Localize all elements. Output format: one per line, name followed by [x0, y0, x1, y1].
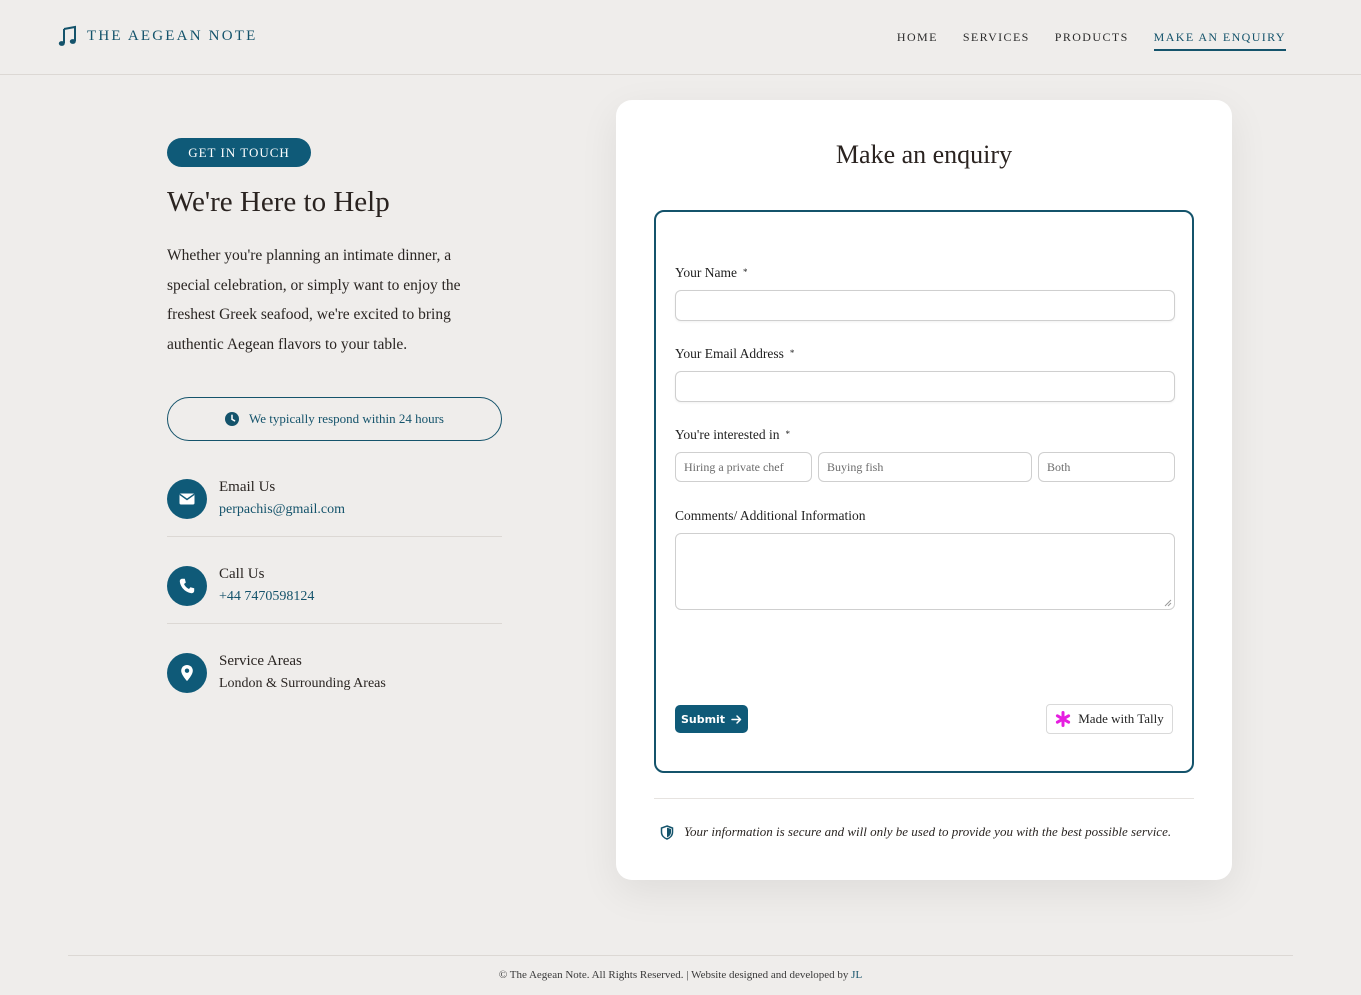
intro-text: Whether you're planning an intimate dinn…	[167, 247, 461, 354]
option-hiring-private-chef[interactable]: Hiring a private chef	[675, 452, 812, 482]
nav-home[interactable]: HOME	[897, 30, 938, 51]
footer-credit-link[interactable]: JL	[851, 969, 862, 981]
contact-email-title: Email Us	[219, 479, 276, 495]
contact-phone-value[interactable]: +44 7470598124	[219, 589, 314, 605]
contact-email-value[interactable]: perpachis@gmail.com	[219, 502, 345, 518]
nav-services[interactable]: SERVICES	[963, 30, 1030, 51]
comments-label: Comments/ Additional Information	[675, 508, 866, 523]
interest-label-text: You're interested in	[675, 427, 780, 442]
nav-make-an-enquiry[interactable]: MAKE AN ENQUIRY	[1153, 30, 1286, 51]
name-input[interactable]	[675, 290, 1175, 321]
required-mark: *	[789, 348, 795, 358]
email-label: Your Email Address *	[675, 346, 794, 362]
email-input[interactable]	[675, 371, 1175, 402]
card-divider	[654, 798, 1194, 799]
clock-icon	[224, 412, 239, 426]
resize-grip-icon[interactable]	[1164, 599, 1172, 607]
map-pin-icon	[167, 653, 207, 693]
card-title: Make an enquiry	[835, 140, 1013, 169]
get-in-touch-badge: GET IN TOUCH	[167, 138, 311, 167]
name-label: Your Name *	[675, 265, 748, 281]
site-header: THE AEGEAN NOTE HOME SERVICES PRODUCTS M…	[0, 0, 1361, 75]
response-time-text: We typically respond within 24 hours	[248, 411, 444, 426]
nav-products[interactable]: PRODUCTS	[1055, 30, 1129, 51]
submit-button[interactable]: Submit	[675, 705, 748, 733]
made-with-tally-link[interactable]: Made with Tally	[1046, 704, 1173, 734]
contact-service-areas: Service Areas London & Surrounding Areas	[167, 653, 502, 711]
response-time-pill: We typically respond within 24 hours	[167, 397, 502, 441]
required-mark: *	[743, 267, 748, 277]
footer-text: © The Aegean Note. All Rights Reserved. …	[498, 969, 852, 981]
email-label-text: Your Email Address	[675, 346, 784, 361]
envelope-icon	[167, 479, 207, 519]
security-note-text: Your information is secure and will only…	[684, 824, 1172, 839]
brand-logo[interactable]: THE AEGEAN NOTE	[58, 25, 257, 47]
contact-phone: Call Us +44 7470598124	[167, 566, 502, 624]
main-nav: HOME SERVICES PRODUCTS MAKE AN ENQUIRY	[872, 30, 1286, 51]
interest-label: You're interested in *	[675, 427, 790, 443]
phone-icon	[167, 566, 207, 606]
contact-areas-value: London & Surrounding Areas	[219, 676, 386, 691]
submit-label: Submit	[680, 712, 726, 726]
footer-divider	[68, 955, 1293, 956]
enquiry-form: Your Name * Your Email Address * You're in…	[654, 210, 1194, 773]
shield-icon	[660, 824, 674, 840]
page-heading: We're Here to Help	[167, 186, 390, 218]
site-footer: © The Aegean Note. All Rights Reserved. …	[0, 969, 1361, 981]
tally-label: Made with Tally	[1078, 711, 1164, 726]
music-note-icon	[58, 25, 76, 46]
arrow-right-icon	[731, 714, 742, 724]
tally-asterisk-icon	[1056, 711, 1071, 727]
brand-name: THE AEGEAN NOTE	[87, 27, 258, 44]
required-mark: *	[785, 429, 791, 439]
comments-textarea[interactable]	[675, 533, 1175, 610]
option-both[interactable]: Both	[1038, 452, 1175, 482]
contact-areas-title: Service Areas	[219, 653, 302, 669]
enquiry-card: Make an enquiry Your Name * Your Email Ad…	[616, 100, 1232, 880]
name-label-text: Your Name	[675, 265, 738, 280]
option-buying-fish[interactable]: Buying fish	[818, 452, 1032, 482]
contact-email: Email Us perpachis@gmail.com	[167, 479, 502, 537]
security-note: Your information is secure and will only…	[660, 824, 1171, 840]
contact-phone-title: Call Us	[219, 566, 265, 582]
